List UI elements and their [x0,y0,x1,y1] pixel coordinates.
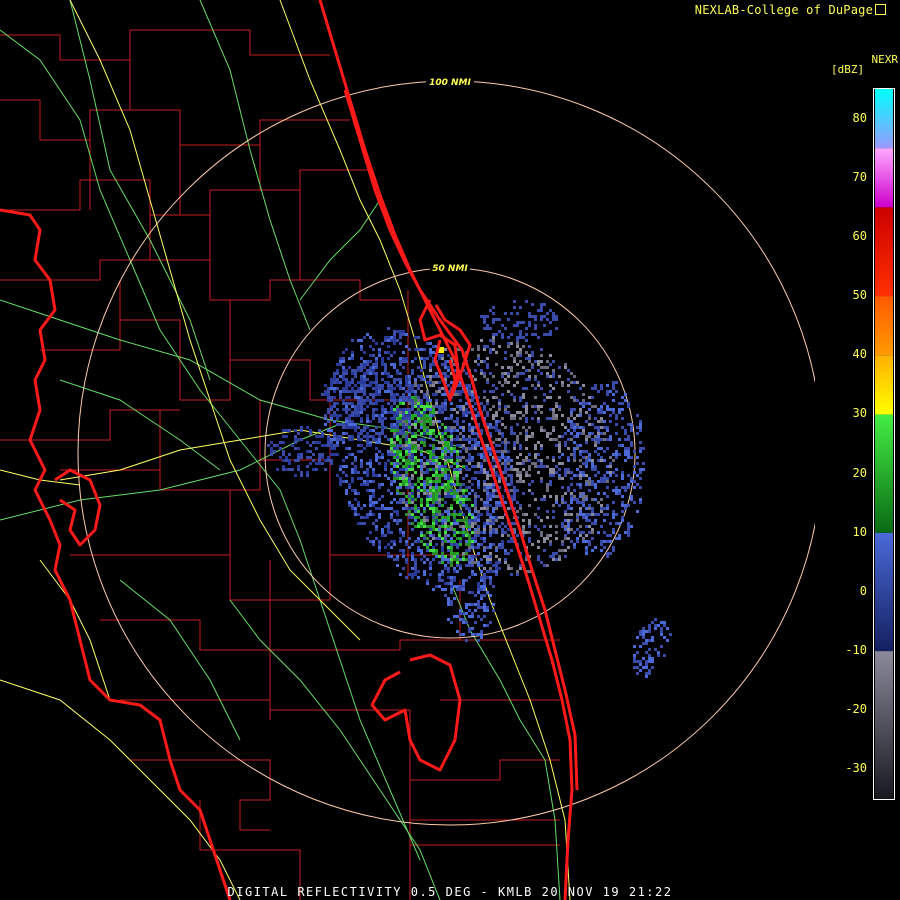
colorbar-tick-label: 20 [852,465,867,480]
lake-okeechobee [370,653,462,772]
colorbar-tick-label: -20 [845,702,867,717]
credit-text: NEXLAB-College of DuPage [694,3,873,17]
tampa-bay [54,468,102,547]
colorbar-tick-label: 10 [852,524,867,539]
reflectivity-echoes [267,300,672,678]
colorbar-tick-label: 80 [852,110,867,125]
radar-display: 100 NMI 50 NMI NEXLAB-College of DuPage [0,0,900,900]
colorbar-tick-label: 50 [852,288,867,303]
range-ring-label-100: 100 NMI [429,78,471,88]
colorbar-tick-label: -10 [845,643,867,658]
colorbar-frame [873,88,895,800]
product-code: NEXR [871,53,899,66]
range-ring-label-50: 50 NMI [432,264,468,274]
credit-label: NEXLAB-College of DuPage [695,3,886,17]
keys-fragment [818,795,880,808]
unit-label: [dBZ] [831,63,865,76]
colorbar-tick-label: -30 [845,761,867,776]
colorbar-tick-label: 30 [852,406,867,421]
colorbar-tick-label: 40 [852,347,867,362]
nexlab-logo-icon [875,4,886,15]
radar-map: 100 NMI 50 NMI [0,0,893,900]
colorbar-tick-label: 0 [859,583,867,598]
colorbar-tick-label: 70 [852,169,867,184]
footer-caption: DIGITAL REFLECTIVITY 0.5 DEG - KMLB 20 N… [227,885,673,899]
colorbar-tick-label: 60 [852,228,867,243]
